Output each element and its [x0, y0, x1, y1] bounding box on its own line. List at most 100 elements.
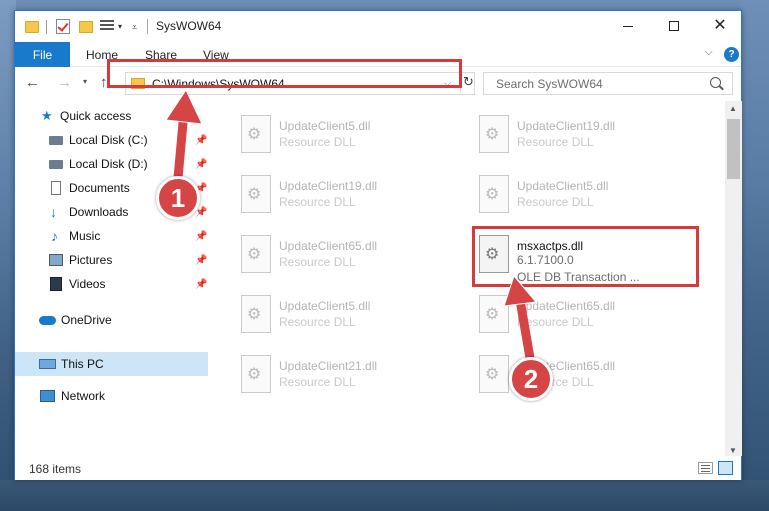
scrollbar-thumb[interactable]: [727, 119, 740, 179]
forward-arrow-icon[interactable]: →: [57, 74, 72, 91]
dll-file-icon: [479, 115, 509, 153]
file-description: Resource DLL: [517, 315, 594, 329]
pictures-icon: [49, 254, 63, 266]
sidebar-item-label: Local Disk (C:): [69, 133, 148, 147]
sidebar-item-network[interactable]: Network: [15, 384, 208, 408]
videos-icon: [50, 277, 62, 291]
sidebar-item-this-pc[interactable]: This PC: [15, 352, 208, 376]
pin-icon[interactable]: 📌: [195, 231, 207, 242]
pin-icon[interactable]: 📌: [195, 159, 207, 170]
file-name: UpdateClient5.dll: [279, 299, 371, 313]
file-item[interactable]: UpdateClient19.dll Resource DLL: [233, 169, 463, 221]
minimize-icon: [623, 25, 633, 27]
search-input[interactable]: Search SysWOW64: [496, 77, 603, 91]
file-item[interactable]: UpdateClient21.dll Resource DLL: [233, 349, 463, 401]
step-2-badge: 2: [509, 357, 553, 401]
file-item[interactable]: UpdateClient65.dll Resource DLL: [471, 349, 701, 401]
item-count: 168 items: [29, 462, 82, 476]
file-description: Resource DLL: [279, 255, 356, 269]
file-name: UpdateClient19.dll: [517, 119, 616, 133]
file-name: UpdateClient21.dll: [279, 359, 378, 373]
status-bar: 168 items: [15, 457, 741, 480]
file-item[interactable]: UpdateClient5.dll Resource DLL: [233, 289, 463, 341]
file-item[interactable]: UpdateClient5.dll Resource DLL: [233, 109, 463, 161]
file-description: Resource DLL: [517, 135, 594, 149]
expand-ribbon-icon[interactable]: ⌵: [705, 47, 713, 58]
title-bar: ▾ ⩡ SysWOW64 ✕: [15, 11, 741, 42]
chevron-down-icon[interactable]: ▾: [118, 22, 122, 31]
step-1-badge: 1: [156, 176, 200, 220]
dll-file-icon: [241, 175, 271, 213]
large-icons-view-icon[interactable]: [718, 461, 733, 475]
sidebar-item-pictures[interactable]: Pictures 📌: [15, 248, 208, 272]
file-item[interactable]: UpdateClient5.dll Resource DLL: [471, 169, 701, 221]
disk-icon: [49, 136, 63, 145]
file-item[interactable]: UpdateClient65.dll Resource DLL: [471, 289, 701, 341]
sidebar-item-local-disk-c[interactable]: Local Disk (C:) 📌: [15, 128, 208, 152]
minimize-button[interactable]: [605, 11, 651, 41]
sidebar-item-quick-access[interactable]: ★ Quick access: [15, 104, 208, 128]
file-description: Resource DLL: [279, 135, 356, 149]
pin-icon[interactable]: 📌: [195, 279, 207, 290]
scroll-up-icon[interactable]: ▲: [729, 104, 737, 113]
quick-access-dropdown-icon[interactable]: ⩡: [132, 22, 137, 33]
search-icon[interactable]: [710, 77, 721, 88]
sidebar-item-label: Local Disk (D:): [69, 157, 148, 171]
file-description: Resource DLL: [279, 315, 356, 329]
disk-icon: [49, 160, 63, 169]
sidebar-item-local-disk-d[interactable]: Local Disk (D:) 📌: [15, 152, 208, 176]
file-item[interactable]: UpdateClient65.dll Resource DLL: [233, 229, 463, 281]
sidebar-item-label: Documents: [69, 181, 130, 195]
sidebar-item-music[interactable]: ♪ Music 📌: [15, 224, 208, 248]
file-description: Resource DLL: [279, 195, 356, 209]
dll-file-icon: [479, 295, 509, 333]
sidebar-item-label: Music: [69, 229, 101, 243]
maximize-button[interactable]: [651, 11, 697, 41]
file-item[interactable]: UpdateClient19.dll Resource DLL: [471, 109, 701, 161]
refresh-icon[interactable]: ↻: [460, 74, 475, 93]
file-name: UpdateClient5.dll: [517, 179, 609, 193]
folder-icon[interactable]: [25, 21, 39, 33]
star-icon: ★: [41, 108, 53, 123]
download-icon: ↓: [50, 204, 57, 220]
sidebar-item-label: Network: [61, 389, 106, 403]
sidebar-item-videos[interactable]: Videos 📌: [15, 272, 208, 296]
window-title: SysWOW64: [156, 19, 222, 33]
search-box[interactable]: Search SysWOW64: [483, 72, 733, 95]
file-description: Resource DLL: [279, 375, 356, 389]
sidebar-item-label: OneDrive: [61, 313, 112, 327]
address-bar-highlight: [107, 59, 462, 88]
title-separator: [147, 19, 148, 34]
details-view-icon[interactable]: [698, 462, 713, 474]
sidebar-item-label: Pictures: [69, 253, 113, 267]
dll-file-icon: [241, 115, 271, 153]
onedrive-icon: [39, 316, 56, 325]
navigation-pane: ★ Quick access Local Disk (C:) 📌 Local D…: [15, 101, 210, 456]
pin-icon[interactable]: 📌: [195, 255, 207, 266]
desktop-background-right: [741, 0, 769, 511]
vertical-scrollbar[interactable]: ▲ ▼: [725, 101, 742, 456]
pc-icon: [39, 359, 56, 369]
file-description: Resource DLL: [517, 195, 594, 209]
customize-quick-access-icon[interactable]: [100, 20, 114, 33]
file-name: UpdateClient5.dll: [279, 119, 371, 133]
recent-locations-icon[interactable]: ▾: [83, 77, 87, 86]
properties-check-icon[interactable]: [56, 19, 70, 34]
toolbar-separator: [46, 20, 47, 34]
close-button[interactable]: ✕: [697, 11, 743, 41]
file-name: UpdateClient19.dll: [279, 179, 378, 193]
sidebar-item-label: This PC: [61, 357, 104, 371]
sidebar-item-onedrive[interactable]: OneDrive: [15, 308, 208, 332]
scroll-down-icon[interactable]: ▼: [729, 446, 737, 455]
sidebar-item-label: Quick access: [60, 109, 132, 123]
pin-icon[interactable]: 📌: [195, 135, 207, 146]
close-icon: ✕: [713, 17, 727, 34]
dll-file-icon: [479, 175, 509, 213]
dll-file-icon: [241, 355, 271, 393]
new-folder-icon[interactable]: [79, 21, 93, 33]
maximize-icon: [669, 21, 679, 31]
tab-file[interactable]: File: [15, 42, 70, 67]
network-icon: [40, 390, 55, 402]
back-arrow-icon[interactable]: ←: [25, 74, 40, 91]
help-icon[interactable]: ?: [724, 47, 739, 62]
